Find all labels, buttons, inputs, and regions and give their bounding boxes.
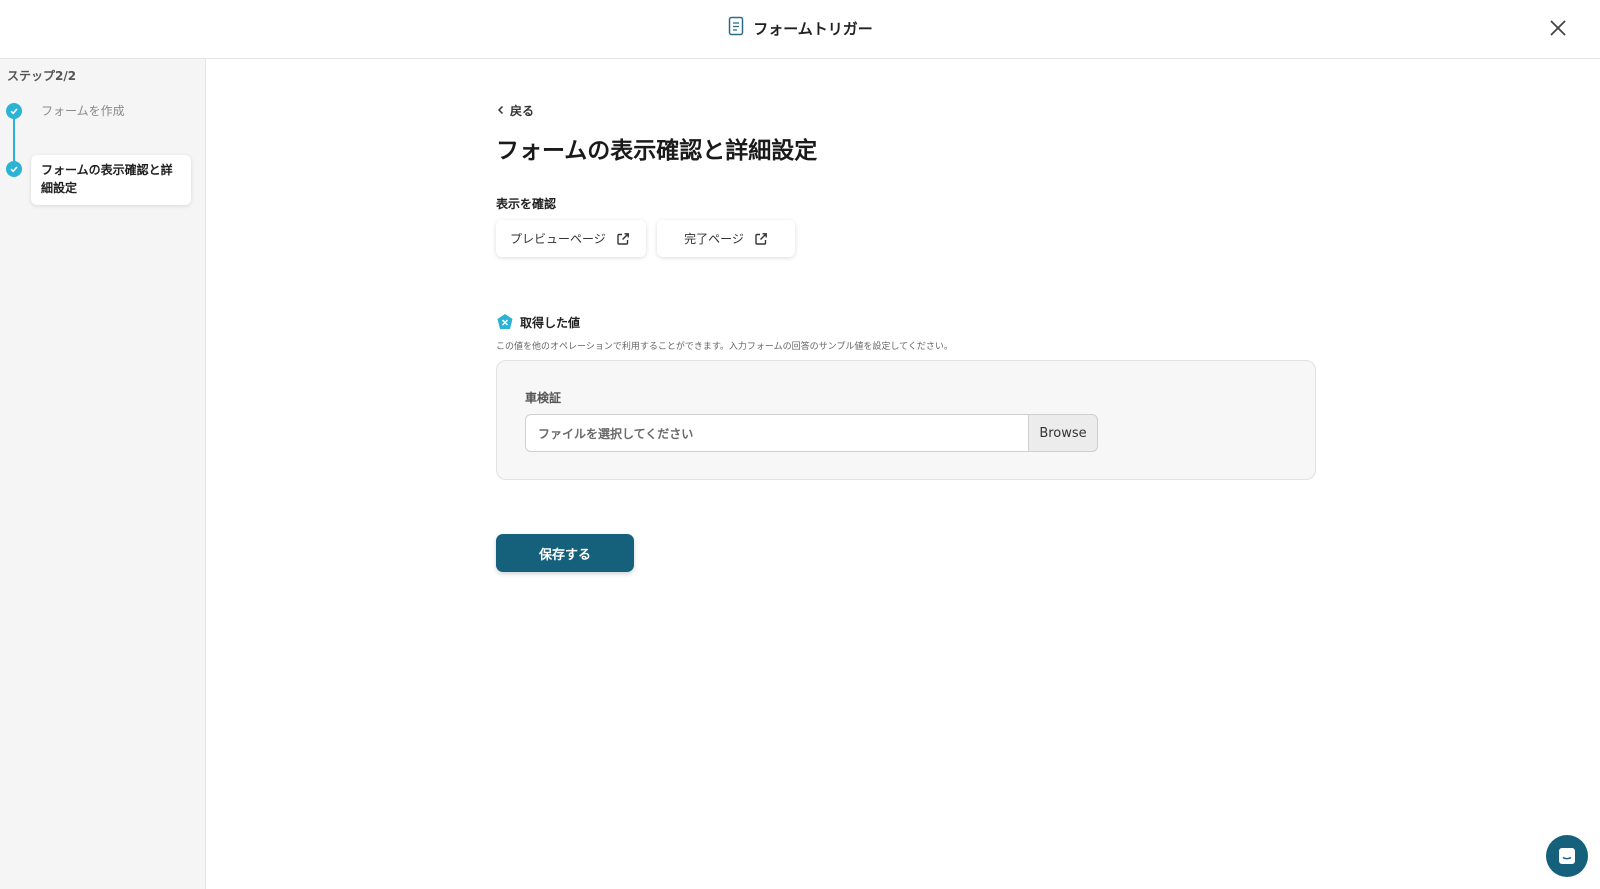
values-description: この値を他のオペレーションで利用することができます。入力フォームの回答のサンプル…: [496, 342, 953, 352]
header-bar: フォームトリガー: [0, 0, 1600, 59]
page-title: フォームの表示確認と詳細設定: [496, 138, 818, 164]
save-button[interactable]: 保存する: [496, 534, 634, 572]
preview-page-button[interactable]: プレビューページ: [496, 220, 646, 257]
complete-page-label: 完了ページ: [684, 232, 744, 246]
complete-page-button[interactable]: 完了ページ: [657, 220, 795, 257]
main-content: 戻る フォームの表示確認と詳細設定 表示を確認 プレビューページ 完了ページ 取…: [496, 100, 1316, 572]
close-button[interactable]: [1546, 16, 1570, 40]
values-heading: 取得した値: [496, 313, 1316, 331]
values-panel: 車検証 ファイルを選択してください Browse: [496, 360, 1316, 480]
file-upload-field: ファイルを選択してください Browse: [525, 414, 1098, 452]
preview-page-label: プレビューページ: [510, 232, 606, 246]
back-link[interactable]: 戻る: [496, 102, 534, 119]
step-2-check-icon: [6, 161, 22, 177]
step-count: ステップ2/2: [7, 69, 77, 83]
browse-button[interactable]: Browse: [1028, 414, 1098, 452]
step-sidebar: ステップ2/2 フォームを作成 フォームの表示確認と詳細設定: [0, 59, 206, 889]
values-title: 取得した値: [520, 315, 581, 330]
chevron-left-icon: [497, 105, 504, 115]
form-document-icon: [727, 16, 745, 40]
chat-launcher-button[interactable]: [1546, 835, 1588, 877]
display-section-label: 表示を確認: [496, 197, 557, 211]
back-label: 戻る: [510, 103, 535, 118]
chat-icon: [1559, 848, 1575, 864]
header-title: フォームトリガー: [753, 19, 873, 38]
external-link-icon: [617, 232, 629, 245]
external-link-icon: [755, 232, 767, 245]
vehicle-certificate-label: 車検証: [525, 391, 562, 405]
page-links: プレビューページ 完了ページ: [496, 220, 1316, 257]
close-icon: [1550, 20, 1566, 36]
sidebar-step-confirm-settings[interactable]: フォームの表示確認と詳細設定: [31, 155, 191, 205]
sidebar-step-create-form[interactable]: フォームを作成: [41, 102, 125, 119]
step-1-check-icon: [6, 103, 22, 119]
file-input[interactable]: ファイルを選択してください: [525, 414, 1028, 452]
variable-icon: [497, 314, 513, 329]
header-title-group: フォームトリガー: [0, 16, 1600, 40]
